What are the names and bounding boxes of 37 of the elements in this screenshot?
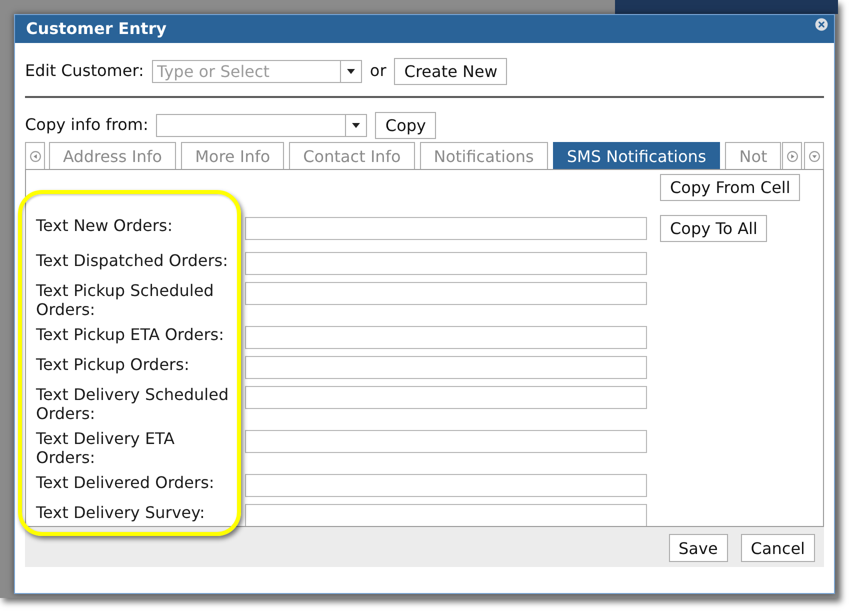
field-label: Text Delivered Orders:: [36, 474, 216, 492]
field-label: Text Delivery Scheduled Orders:: [36, 386, 230, 423]
field-label: Text New Orders:: [36, 217, 174, 236]
input-field[interactable]: [245, 252, 647, 275]
or-label: or: [370, 61, 386, 81]
field-label: Text Delivery ETA Orders:: [36, 430, 176, 467]
field-label: Text Pickup Scheduled Orders:: [36, 282, 215, 319]
field-label: Text Dispatched Orders:: [36, 252, 229, 270]
dialog-title: Customer Entry: [26, 19, 167, 39]
caret-icon: [352, 122, 360, 128]
create-new-button[interactable]: Create New: [394, 58, 508, 84]
input-field[interactable]: [245, 217, 647, 240]
tab-list-button[interactable]: [804, 142, 824, 169]
tab[interactable]: SMS Notifications: [552, 142, 720, 169]
input-field[interactable]: [245, 430, 647, 453]
edit-customer-label: Edit Customer:: [25, 61, 144, 81]
cancel-button[interactable]: Cancel: [740, 534, 815, 562]
input-field[interactable]: [245, 474, 647, 497]
copy-from-cell-button[interactable]: Copy From Cell: [660, 174, 800, 201]
tab-scroll-left-button[interactable]: [25, 142, 45, 169]
input-field[interactable]: [245, 386, 647, 409]
input-field[interactable]: [245, 504, 647, 526]
field-label: Text Pickup ETA Orders:: [36, 326, 226, 344]
field-label: Text Pickup Orders:: [36, 356, 190, 374]
input-field[interactable]: [245, 282, 647, 305]
copy-button[interactable]: Copy: [375, 112, 436, 138]
caret-icon: [346, 68, 355, 74]
copy-to-all-button[interactable]: Copy To All: [660, 215, 768, 242]
copy-info-label: Copy info from:: [25, 115, 148, 135]
close-icon[interactable]: [815, 18, 828, 31]
save-button[interactable]: Save: [668, 534, 728, 562]
tab-scroll-right-button[interactable]: [782, 142, 802, 169]
input-field[interactable]: [245, 356, 647, 379]
copy-source-select[interactable]: [156, 114, 368, 136]
input-field[interactable]: [245, 326, 647, 349]
field-label: Text Delivery Survey:: [36, 504, 206, 522]
customer-select[interactable]: Type or Select: [152, 60, 362, 82]
